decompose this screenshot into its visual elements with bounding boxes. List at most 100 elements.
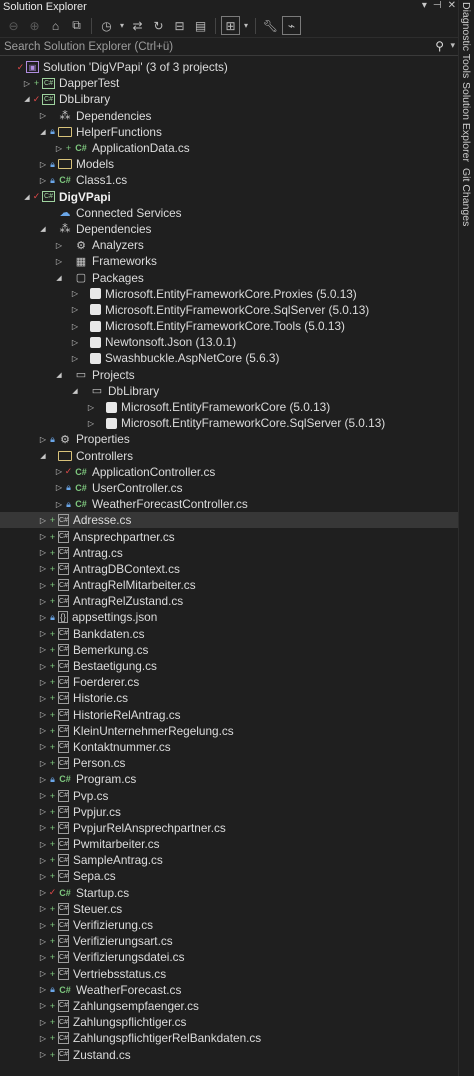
tree-row[interactable]: ▷ + C# Zahlungspflichtiger.cs bbox=[0, 1014, 458, 1030]
tree-row[interactable]: ▷ + C# AntragDBContext.cs bbox=[0, 561, 458, 577]
expand-chevron-icon[interactable]: ▷ bbox=[70, 289, 80, 298]
tree-row[interactable]: ◢ ▭ Projects bbox=[0, 367, 458, 383]
tree-row[interactable]: ▷ + C# Antrag.cs bbox=[0, 545, 458, 561]
expand-chevron-icon[interactable]: ▷ bbox=[38, 1034, 48, 1043]
tree-row[interactable]: ▷ + C# Verifizierungsdatei.cs bbox=[0, 949, 458, 965]
tree-row[interactable]: ▷ + C# Zustand.cs bbox=[0, 1046, 458, 1062]
tree-row[interactable]: ▷ 🔒︎ C# UserController.cs bbox=[0, 480, 458, 496]
show-all-files-icon[interactable]: ▤ bbox=[191, 16, 210, 35]
tree-row[interactable]: ▷ + C# Sepa.cs bbox=[0, 868, 458, 884]
tree-row[interactable]: ▷ + C# Kontaktnummer.cs bbox=[0, 739, 458, 755]
expand-chevron-icon[interactable]: ▷ bbox=[86, 403, 96, 412]
tree-row[interactable]: ▷ + C# Foerderer.cs bbox=[0, 674, 458, 690]
expand-chevron-icon[interactable]: ▷ bbox=[38, 597, 48, 606]
tree-row[interactable]: ▷ + C# Verifizierung.cs bbox=[0, 917, 458, 933]
expand-chevron-icon[interactable]: ▷ bbox=[38, 548, 48, 557]
tree-row[interactable]: ▷ + C# ZahlungspflichtigerRelBankdaten.cs bbox=[0, 1030, 458, 1046]
expand-chevron-icon[interactable]: ▷ bbox=[38, 176, 48, 185]
expand-chevron-icon[interactable]: ▷ bbox=[38, 856, 48, 865]
tree-row[interactable]: ▷ ⚙ Analyzers bbox=[0, 237, 458, 253]
tree-row[interactable]: ◢ ▢ Packages bbox=[0, 269, 458, 285]
expand-chevron-icon[interactable]: ▷ bbox=[38, 904, 48, 913]
expand-chevron-icon[interactable]: ▷ bbox=[38, 111, 48, 120]
tree-row[interactable]: ◢ Controllers bbox=[0, 448, 458, 464]
expand-chevron-icon[interactable]: ▷ bbox=[54, 144, 64, 153]
expand-chevron-icon[interactable]: ▷ bbox=[38, 937, 48, 946]
tree-row[interactable]: ◢ ✓ C# DigVPapi bbox=[0, 189, 458, 205]
expand-chevron-icon[interactable]: ▷ bbox=[54, 257, 64, 266]
tree-row[interactable]: ▷ + C# Pvpjur.cs bbox=[0, 804, 458, 820]
tree-row[interactable]: ▷ + C# Zahlungsempfaenger.cs bbox=[0, 998, 458, 1014]
preview-selected-items-icon[interactable]: ⌁ bbox=[282, 16, 301, 35]
collapse-chevron-icon[interactable]: ◢ bbox=[54, 274, 64, 282]
expand-chevron-icon[interactable]: ▷ bbox=[70, 354, 80, 363]
tree-row[interactable]: ▷ Microsoft.EntityFrameworkCore.SqlServer… bbox=[0, 302, 458, 318]
expand-chevron-icon[interactable]: ▷ bbox=[38, 435, 48, 444]
collapse-chevron-icon[interactable]: ◢ bbox=[38, 128, 48, 136]
scope-view-icon[interactable]: ⊞ bbox=[221, 16, 240, 35]
tree-row[interactable]: ▷ ▦ Frameworks bbox=[0, 253, 458, 269]
expand-chevron-icon[interactable]: ▷ bbox=[38, 581, 48, 590]
expand-chevron-icon[interactable]: ▷ bbox=[38, 645, 48, 654]
expand-chevron-icon[interactable]: ▷ bbox=[38, 953, 48, 962]
sync-active-document-icon[interactable]: ⇄ bbox=[128, 16, 147, 35]
switch-views-icon[interactable]: ⧉ bbox=[67, 16, 86, 35]
expand-chevron-icon[interactable]: ▷ bbox=[38, 516, 48, 525]
expand-chevron-icon[interactable]: ▷ bbox=[38, 678, 48, 687]
back-icon[interactable]: ⊖ bbox=[4, 16, 23, 35]
auto-hide-pin-icon[interactable]: ⊣ bbox=[433, 0, 442, 11]
expand-chevron-icon[interactable]: ▷ bbox=[38, 629, 48, 638]
expand-chevron-icon[interactable]: ▷ bbox=[38, 613, 48, 622]
side-tab-solution-explorer[interactable]: Solution Explorer bbox=[460, 82, 472, 162]
expand-chevron-icon[interactable]: ▷ bbox=[38, 726, 48, 735]
window-position-dropdown-icon[interactable]: ▾ bbox=[422, 0, 427, 11]
tree-row[interactable]: ▷ Swashbuckle.AspNetCore (5.6.3) bbox=[0, 350, 458, 366]
tree-row[interactable]: ▷ + C# SampleAntrag.cs bbox=[0, 852, 458, 868]
side-tab-diagnostic-tools[interactable]: Diagnostic Tools bbox=[460, 2, 472, 78]
tree-row[interactable]: ▷ + C# Verifizierungsart.cs bbox=[0, 933, 458, 949]
tree-row[interactable]: ▷ 🔒︎ Models bbox=[0, 156, 458, 172]
tree-row[interactable]: ▷ + C# DapperTest bbox=[0, 75, 458, 91]
collapse-chevron-icon[interactable]: ◢ bbox=[22, 95, 32, 103]
tree-row[interactable]: ▷ + C# Steuer.cs bbox=[0, 901, 458, 917]
filter-dropdown-icon[interactable]: ▾ bbox=[118, 16, 126, 35]
tree-row[interactable]: ▷ 🔒︎ ⚙ Properties bbox=[0, 431, 458, 447]
tree-row[interactable]: ◢ ⁂ Dependencies bbox=[0, 221, 458, 237]
expand-chevron-icon[interactable]: ▷ bbox=[38, 662, 48, 671]
search-icon[interactable]: ⚲ bbox=[435, 39, 444, 53]
collapse-chevron-icon[interactable]: ◢ bbox=[22, 193, 32, 201]
tree-row[interactable]: ▷ + C# Bankdaten.cs bbox=[0, 626, 458, 642]
tree-row[interactable]: ▷ Microsoft.EntityFrameworkCore (5.0.13) bbox=[0, 399, 458, 415]
home-icon[interactable]: ⌂ bbox=[46, 16, 65, 35]
expand-chevron-icon[interactable]: ▷ bbox=[54, 241, 64, 250]
collapse-chevron-icon[interactable]: ◢ bbox=[54, 371, 64, 379]
properties-wrench-icon[interactable]: 🔧︎ bbox=[261, 16, 280, 35]
tree-row[interactable]: ▷ + C# KleinUnternehmerRegelung.cs bbox=[0, 723, 458, 739]
scope-dropdown-icon[interactable]: ▾ bbox=[242, 16, 250, 35]
expand-chevron-icon[interactable]: ▷ bbox=[86, 419, 96, 428]
tree-row[interactable]: ▷ + C# Historie.cs bbox=[0, 690, 458, 706]
expand-chevron-icon[interactable]: ▷ bbox=[38, 1050, 48, 1059]
expand-chevron-icon[interactable]: ▷ bbox=[70, 322, 80, 331]
tree-row[interactable]: ▷ 🔒︎{} appsettings.json bbox=[0, 609, 458, 625]
expand-chevron-icon[interactable]: ▷ bbox=[38, 694, 48, 703]
tree-row[interactable]: ▷ 🔒︎ C# Program.cs bbox=[0, 771, 458, 787]
expand-chevron-icon[interactable]: ▷ bbox=[22, 79, 32, 88]
expand-chevron-icon[interactable]: ▷ bbox=[38, 969, 48, 978]
forward-icon[interactable]: ⊕ bbox=[25, 16, 44, 35]
tree-row[interactable]: ▷ 🔒︎ C# WeatherForecastController.cs bbox=[0, 496, 458, 512]
tree-row[interactable]: ▷ Microsoft.EntityFrameworkCore.Proxies (… bbox=[0, 286, 458, 302]
expand-chevron-icon[interactable]: ▷ bbox=[70, 338, 80, 347]
tree-row[interactable]: ▷ + C# Vertriebsstatus.cs bbox=[0, 966, 458, 982]
tree-row[interactable]: ▷ + C# Bestaetigung.cs bbox=[0, 658, 458, 674]
refresh-icon[interactable]: ↻ bbox=[149, 16, 168, 35]
search-options-dropdown-icon[interactable]: ▾ bbox=[450, 40, 455, 51]
expand-chevron-icon[interactable]: ▷ bbox=[38, 1001, 48, 1010]
tree-row[interactable]: ◢ ✓ C# DbLibrary bbox=[0, 91, 458, 107]
expand-chevron-icon[interactable]: ▷ bbox=[70, 305, 80, 314]
expand-chevron-icon[interactable]: ▷ bbox=[38, 807, 48, 816]
tree-row[interactable]: ▷ ⁂ Dependencies bbox=[0, 108, 458, 124]
expand-chevron-icon[interactable]: ▷ bbox=[38, 985, 48, 994]
expand-chevron-icon[interactable]: ▷ bbox=[54, 483, 64, 492]
tree-row[interactable]: ✓ ▣ Solution 'DigVPapi' (3 of 3 projects) bbox=[0, 59, 458, 75]
